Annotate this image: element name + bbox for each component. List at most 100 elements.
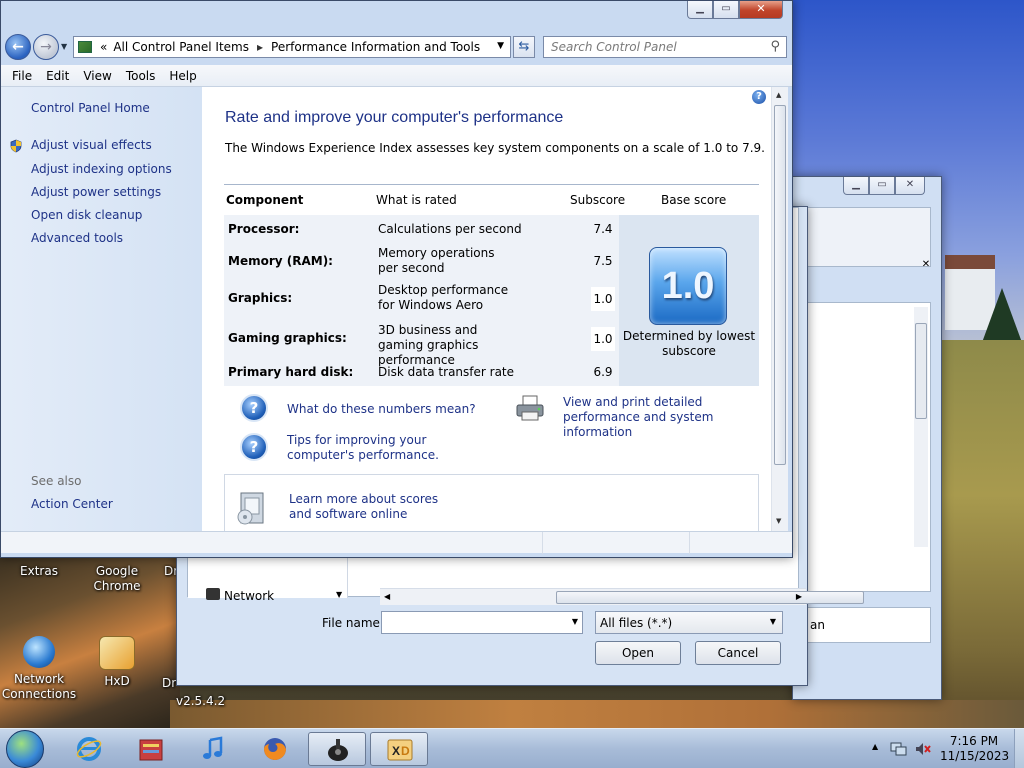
breadcrumb-current[interactable]: Performance Information and Tools — [271, 40, 480, 54]
learn-more-link[interactable]: Learn more about scores and software onl… — [289, 492, 459, 522]
partial-text-field: an — [803, 607, 931, 643]
refresh-button[interactable]: ⇆ — [513, 36, 535, 58]
taskbar-toolbox[interactable] — [122, 732, 180, 766]
minimize-button[interactable]: ▁ — [843, 177, 869, 195]
close-button[interactable]: ✕ — [895, 177, 925, 195]
background-window[interactable]: ▁ ▭ ✕ ✕ an — [792, 176, 942, 700]
sidebar-item-action-center[interactable]: Action Center — [31, 497, 113, 511]
main-content: ? Rate and improve your computer's perfo… — [202, 87, 771, 531]
wallpaper-grass — [930, 340, 1024, 728]
menu-tools[interactable]: Tools — [119, 69, 163, 83]
sidebar-item-adjust-power-settings[interactable]: Adjust power settings — [31, 185, 161, 199]
taskbar-hxd[interactable]: X D — [370, 732, 428, 766]
file-type-select[interactable]: All files (*.*) ▼ — [595, 611, 783, 634]
printer-icon — [516, 395, 544, 421]
breadcrumb-root[interactable]: All Control Panel Items — [113, 40, 249, 54]
address-bar[interactable]: « All Control Panel Items ▸ Performance … — [73, 36, 511, 58]
show-desktop-button[interactable] — [1014, 729, 1024, 768]
firefox-icon — [264, 738, 286, 760]
minimize-button[interactable]: ▁ — [687, 1, 713, 19]
hxd-icon — [99, 636, 135, 670]
chevron-down-icon[interactable]: ▼ — [497, 41, 504, 51]
help-icon[interactable]: ? — [752, 90, 766, 104]
base-score-cell: 1.0 Determined by lowest subscore — [619, 215, 759, 386]
help-question-icon: ? — [240, 433, 268, 461]
numbers-meaning-link[interactable]: What do these numbers mean? — [287, 402, 476, 417]
sidebar-item-advanced-tools[interactable]: Advanced tools — [31, 231, 123, 245]
menu-help[interactable]: Help — [162, 69, 203, 83]
back-button[interactable]: ← — [5, 34, 31, 60]
menu-file[interactable]: File — [5, 69, 39, 83]
desktop-icon-extras[interactable]: Extras — [0, 564, 78, 579]
recent-pages-icon[interactable]: ▼ — [61, 42, 67, 51]
component-name: Memory (RAM): — [228, 254, 333, 268]
wallpaper-tree — [980, 288, 1024, 348]
sidebar-item-adjust-visual-effects[interactable]: Adjust visual effects — [31, 138, 152, 152]
taskbar-firefox[interactable] — [246, 732, 304, 766]
sidebar-item-adjust-indexing-options[interactable]: Adjust indexing options — [31, 162, 172, 176]
improving-performance-tips-link[interactable]: Tips for improving your computer's perfo… — [287, 433, 487, 463]
scrollbar-thumb[interactable] — [556, 591, 864, 604]
internet-explorer-icon — [76, 737, 102, 761]
search-input[interactable]: Search Control Panel ⚲ — [543, 36, 787, 58]
menu-edit[interactable]: Edit — [39, 69, 76, 83]
window-controls: ▁ ▭ ✕ — [843, 177, 925, 195]
scroll-right-arrow[interactable]: ▶ — [796, 592, 802, 601]
rated-description: Desktop performance for Windows Aero — [378, 283, 509, 312]
forward-button[interactable]: → — [33, 34, 59, 60]
scroll-left-arrow[interactable]: ◀ — [384, 592, 390, 601]
open-button[interactable]: Open — [595, 641, 681, 665]
scroll-down-arrow[interactable]: ▼ — [776, 517, 781, 525]
desktop-icon-network-connections[interactable]: Network Connections — [0, 636, 78, 702]
vertical-scrollbar[interactable] — [914, 307, 928, 547]
taskbar-performance-tools[interactable] — [308, 732, 366, 766]
vertical-scrollbar[interactable]: ▲ ▼ — [771, 87, 788, 531]
control-panel-home-link[interactable]: Control Panel Home — [31, 101, 150, 115]
print-detailed-info-link[interactable]: View and print detailed performance and … — [563, 395, 763, 440]
show-hidden-icons-button[interactable]: ▲ — [872, 742, 878, 751]
help-question-icon: ? — [240, 394, 268, 422]
file-name-input[interactable]: ▼ — [381, 611, 583, 634]
page-description: The Windows Experience Index assesses ke… — [225, 141, 765, 155]
shield-icon — [10, 139, 22, 153]
scroll-up-arrow[interactable]: ▲ — [776, 91, 781, 99]
navigation-bar: ← → ▼ « All Control Panel Items ▸ Perfor… — [1, 31, 792, 63]
nav-item-network[interactable]: Network — [224, 589, 274, 603]
page-title: Rate and improve your computer's perform… — [225, 109, 564, 126]
taskbar-music-player[interactable] — [184, 732, 242, 766]
network-status-icon[interactable] — [890, 741, 908, 757]
status-divider — [542, 532, 543, 554]
performance-window[interactable]: ▁ ▭ ✕ ← → ▼ « All Control Panel Items ▸ … — [0, 0, 793, 558]
search-icon[interactable]: ⚲ — [770, 39, 780, 54]
close-button[interactable]: ✕ — [739, 1, 783, 19]
subscore-value: 1.0 — [591, 287, 615, 311]
taskbar-internet-explorer[interactable] — [60, 732, 118, 766]
see-also-heading: See also — [31, 474, 82, 488]
start-button[interactable] — [6, 730, 44, 768]
score-table: Component What is rated Subscore Base sc… — [224, 184, 759, 386]
menu-bar: File Edit View Tools Help — [1, 65, 792, 87]
base-score-badge: 1.0 — [649, 247, 727, 325]
maximize-button[interactable]: ▭ — [713, 1, 739, 19]
scrollbar-thumb[interactable] — [915, 323, 927, 419]
scroll-down-arrow[interactable]: ▼ — [336, 590, 342, 599]
toolbox-icon — [139, 739, 163, 761]
desktop-icon-hxd[interactable]: HxD — [78, 636, 156, 689]
component-name: Processor: — [228, 222, 300, 236]
column-header-subscore: Subscore — [570, 193, 626, 207]
clock[interactable]: 7:16 PM 11/15/2023 — [940, 734, 1009, 764]
chevron-down-icon[interactable]: ▼ — [572, 617, 578, 626]
desktop-icon-label: Network Connections — [1, 672, 77, 701]
horizontal-scrollbar[interactable]: ◀ ▶ — [380, 588, 864, 605]
cancel-button[interactable]: Cancel — [695, 641, 781, 665]
sidebar-item-open-disk-cleanup[interactable]: Open disk cleanup — [31, 208, 142, 222]
address-chevron[interactable]: « — [100, 40, 107, 54]
scrollbar-thumb[interactable] — [774, 105, 786, 465]
desktop-icon-google-chrome[interactable]: Google Chrome — [78, 564, 156, 594]
close-icon[interactable]: ✕ — [919, 259, 933, 273]
breadcrumb-separator-icon[interactable]: ▸ — [257, 40, 263, 54]
component-name: Graphics: — [228, 291, 293, 305]
maximize-button[interactable]: ▭ — [869, 177, 895, 195]
volume-muted-icon[interactable] — [914, 741, 932, 757]
menu-view[interactable]: View — [76, 69, 118, 83]
